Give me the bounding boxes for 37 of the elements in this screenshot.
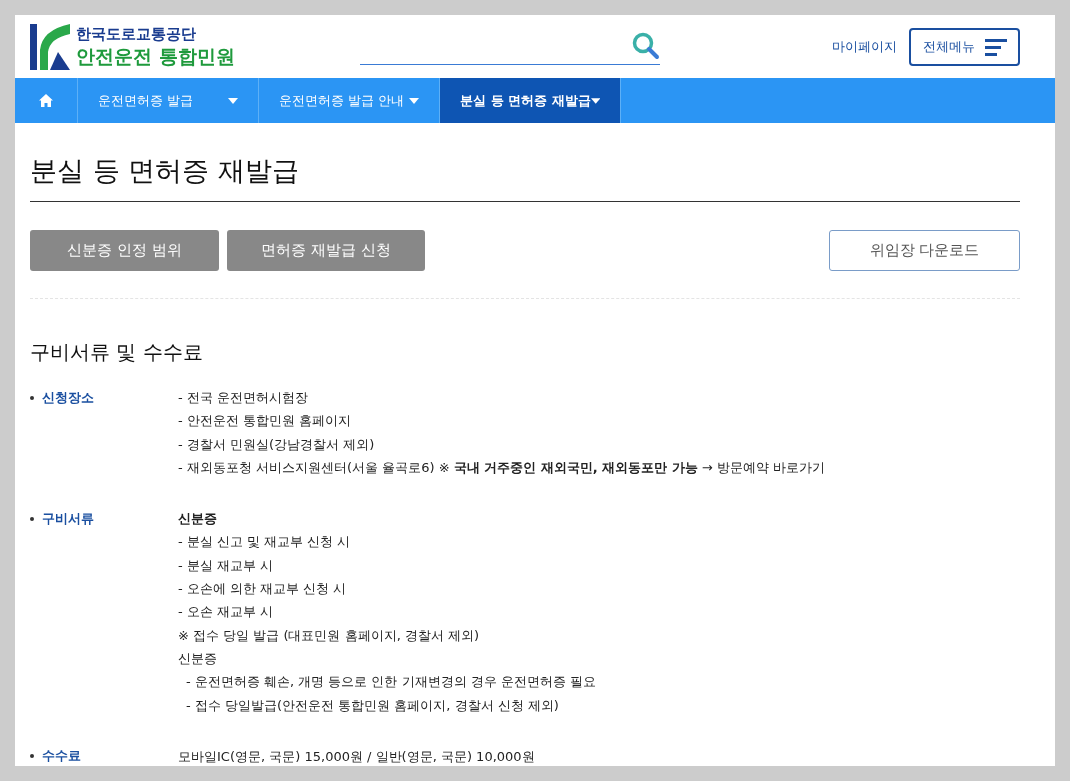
all-menu-button[interactable]: 전체메뉴 xyxy=(909,27,1020,66)
detail-text: - 경찰서 민원실(강남경찰서 제외) xyxy=(178,435,376,454)
site-name: 안전운전 통합민원 xyxy=(76,43,235,69)
home-icon xyxy=(39,94,53,107)
dropdown-caret-icon xyxy=(228,97,238,104)
organization-name: 한국도로교통공단 xyxy=(76,24,197,43)
detail-text: - 오손에 의한 재교부 신청 시 xyxy=(178,580,348,599)
detail-text: 모바일IC(영문, 국문) 15,000원 / 일반(영문, 국문) 10,000원 xyxy=(178,747,536,766)
action-button[interactable]: 위임장 다운로드 xyxy=(829,230,1020,271)
bullet-icon xyxy=(30,395,34,400)
action-button[interactable]: 면허증 재발급 신청 xyxy=(227,230,425,271)
mypage-link[interactable]: 마이페이지 xyxy=(832,37,897,56)
detail-text: - 안전운전 통합민원 홈페이지 xyxy=(178,412,353,431)
section-heading: 구비서류 및 수수료 xyxy=(30,339,204,366)
detail-text: 신분증 xyxy=(178,649,218,668)
logo-icon xyxy=(30,21,70,72)
detail-text: ※ 접수 당일 발급 (대표민원 홈페이지, 경찰서 제외) xyxy=(178,626,481,645)
page-title: 분실 등 면허증 재발급 xyxy=(30,123,1020,202)
detail-text: - 전국 운전면허시험장 xyxy=(178,389,309,407)
action-button[interactable]: 신분증 인정 범위 xyxy=(30,230,219,271)
detail-text: - 운전면허증 훼손, 개명 등으로 인한 기재변경의 경우 운전면허증 필요 xyxy=(185,673,597,692)
dropdown-caret-icon xyxy=(409,97,419,104)
detail-text: - 분실 재교부 시 xyxy=(178,556,275,575)
nav-menu-item[interactable]: 분실 등 면허증 재발급 xyxy=(440,78,621,123)
dropdown-caret-icon xyxy=(590,97,600,104)
item-label: 수수료 xyxy=(42,747,81,766)
bullet-icon xyxy=(30,516,34,521)
item-label: 구비서류 xyxy=(42,509,94,528)
detail-text: 신분증 xyxy=(178,510,218,529)
detail-text: - 접수 당일발급(안전운전 통합민원 홈페이지, 경찰서 신청 제외) xyxy=(185,696,560,715)
menu-icon xyxy=(984,37,1007,56)
search-icon[interactable] xyxy=(631,32,660,60)
item-label: 신청장소 xyxy=(42,388,94,407)
detail-text: - 오손 재교부 시 xyxy=(178,603,275,622)
detail-text: - 재외동포청 서비스지원센터(서울 율곡로6) ※ 국내 거주중인 재외국민, 재외동포만 가능 → 방문예약 바로가기 xyxy=(178,458,826,477)
detail-text: - 분실 신고 및 재교부 신청 시 xyxy=(178,533,352,552)
bullet-icon xyxy=(30,754,34,759)
